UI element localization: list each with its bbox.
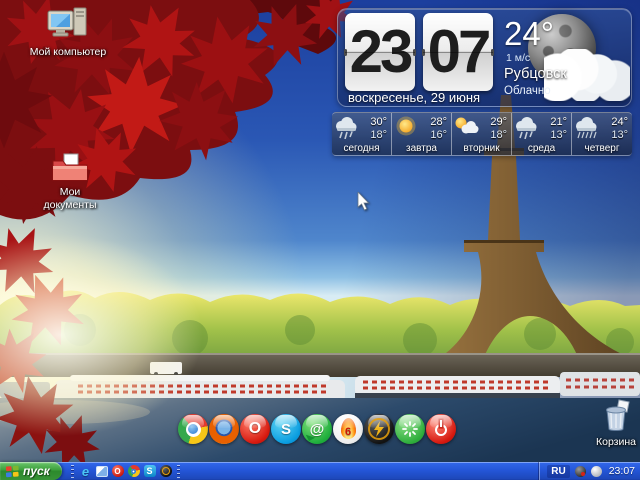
dock: O S @ 6 — [178, 414, 456, 444]
flip-clock-minutes: 07 — [423, 13, 493, 91]
desktop-icon-label: Корзина — [584, 436, 640, 449]
tray-status-icon-dark[interactable] — [575, 466, 586, 477]
settings-spinner-icon[interactable] — [395, 414, 425, 444]
forecast-day-tomorrow[interactable]: 28° 16° завтра — [392, 113, 452, 155]
clock-weather-widget[interactable]: 23 07 воскресенье, 29 июня 24° 1 м/с Руб… — [337, 8, 632, 107]
language-indicator[interactable]: RU — [547, 465, 569, 478]
forecast-high: 28° — [430, 116, 447, 128]
desktop-icon-my-computer[interactable]: Мой компьютер — [28, 6, 108, 59]
windows-logo-icon — [5, 465, 20, 478]
widget-date: воскресенье, 29 июня — [348, 90, 480, 105]
desktop-icon-label: Мои документы — [32, 186, 108, 212]
tray-clock[interactable]: 23:07 — [609, 465, 635, 477]
forecast-day-wednesday[interactable]: 21° 13° среда — [512, 113, 572, 155]
forecast-low: 16° — [430, 129, 447, 141]
forecast-day-label: вторник — [452, 143, 511, 154]
taskbar: пуск e O S RU 23:07 — [0, 462, 640, 480]
forecast-day-thursday[interactable]: 24° 13° четверг — [572, 113, 632, 155]
tray-status-icon-light[interactable] — [591, 466, 602, 477]
rain-cloud-icon — [573, 115, 599, 139]
forecast-low: 13° — [611, 129, 628, 141]
wind-speed: 1 м/с — [506, 52, 530, 64]
start-button-label: пуск — [23, 464, 50, 478]
weather-condition: Облачно — [504, 85, 551, 97]
desktop-icon-my-documents[interactable]: Мои документы — [32, 152, 108, 212]
forecast-day-label: среда — [512, 143, 571, 154]
start-button[interactable]: пуск — [0, 462, 62, 480]
forecast-high: 21° — [550, 116, 567, 128]
chrome-icon[interactable] — [178, 414, 208, 444]
forecast-bar: 30° 18° сегодня 28° 16° завтра 29° 18° в… — [332, 112, 632, 156]
forecast-low: 18° — [490, 129, 507, 141]
firefox-icon[interactable] — [209, 414, 239, 444]
desktop: Мой компьютер Мои документы 23 07 воскре… — [0, 0, 640, 480]
sun-icon — [393, 115, 419, 139]
current-temperature: 24° — [504, 17, 554, 50]
forecast-low: 13° — [550, 129, 567, 141]
flip-clock-hours: 23 — [345, 13, 415, 91]
mailru-agent-icon[interactable]: @ — [302, 414, 332, 444]
weather-city: Рубцовск — [504, 66, 567, 82]
internet-explorer-icon[interactable]: e — [79, 465, 92, 478]
power-icon[interactable] — [426, 414, 456, 444]
sun-cloud-icon — [453, 115, 479, 139]
forecast-day-today[interactable]: 30° 18° сегодня — [332, 113, 392, 155]
quick-launch: e O S — [69, 465, 182, 478]
forecast-low: 18° — [370, 129, 387, 141]
forecast-day-label: завтра — [392, 143, 451, 154]
opera-icon[interactable]: O — [240, 414, 270, 444]
daemon-tools-quicklaunch-icon[interactable] — [159, 465, 172, 478]
embankment — [0, 353, 640, 377]
daemon-tools-icon[interactable] — [364, 414, 394, 444]
skype-quicklaunch-icon[interactable]: S — [143, 465, 156, 478]
forecast-high: 30° — [370, 116, 387, 128]
quick-launch-handle[interactable] — [177, 465, 180, 478]
forecast-high: 24° — [611, 116, 628, 128]
storm-cloud-icon — [513, 115, 539, 139]
forecast-day-label: четверг — [572, 143, 632, 154]
recycle-bin-icon — [599, 398, 633, 436]
opera-quicklaunch-icon[interactable]: O — [111, 465, 124, 478]
system-tray: RU 23:07 — [539, 462, 640, 480]
forecast-day-label: сегодня — [332, 143, 391, 154]
desktop-icon-label: Мой компьютер — [28, 46, 108, 59]
forecast-high: 29° — [490, 116, 507, 128]
desktop-icon-recycle-bin[interactable]: Корзина — [584, 398, 640, 449]
quick-launch-handle[interactable] — [71, 465, 74, 478]
chrome-quicklaunch-icon[interactable] — [127, 465, 140, 478]
show-desktop-icon[interactable] — [95, 465, 108, 478]
my-documents-icon — [51, 152, 89, 186]
storm-cloud-icon — [333, 115, 359, 139]
my-computer-icon — [46, 6, 90, 46]
flame-icon[interactable]: 6 — [333, 414, 363, 444]
skype-icon[interactable]: S — [271, 414, 301, 444]
forecast-day-tuesday[interactable]: 29° 18° вторник — [452, 113, 512, 155]
